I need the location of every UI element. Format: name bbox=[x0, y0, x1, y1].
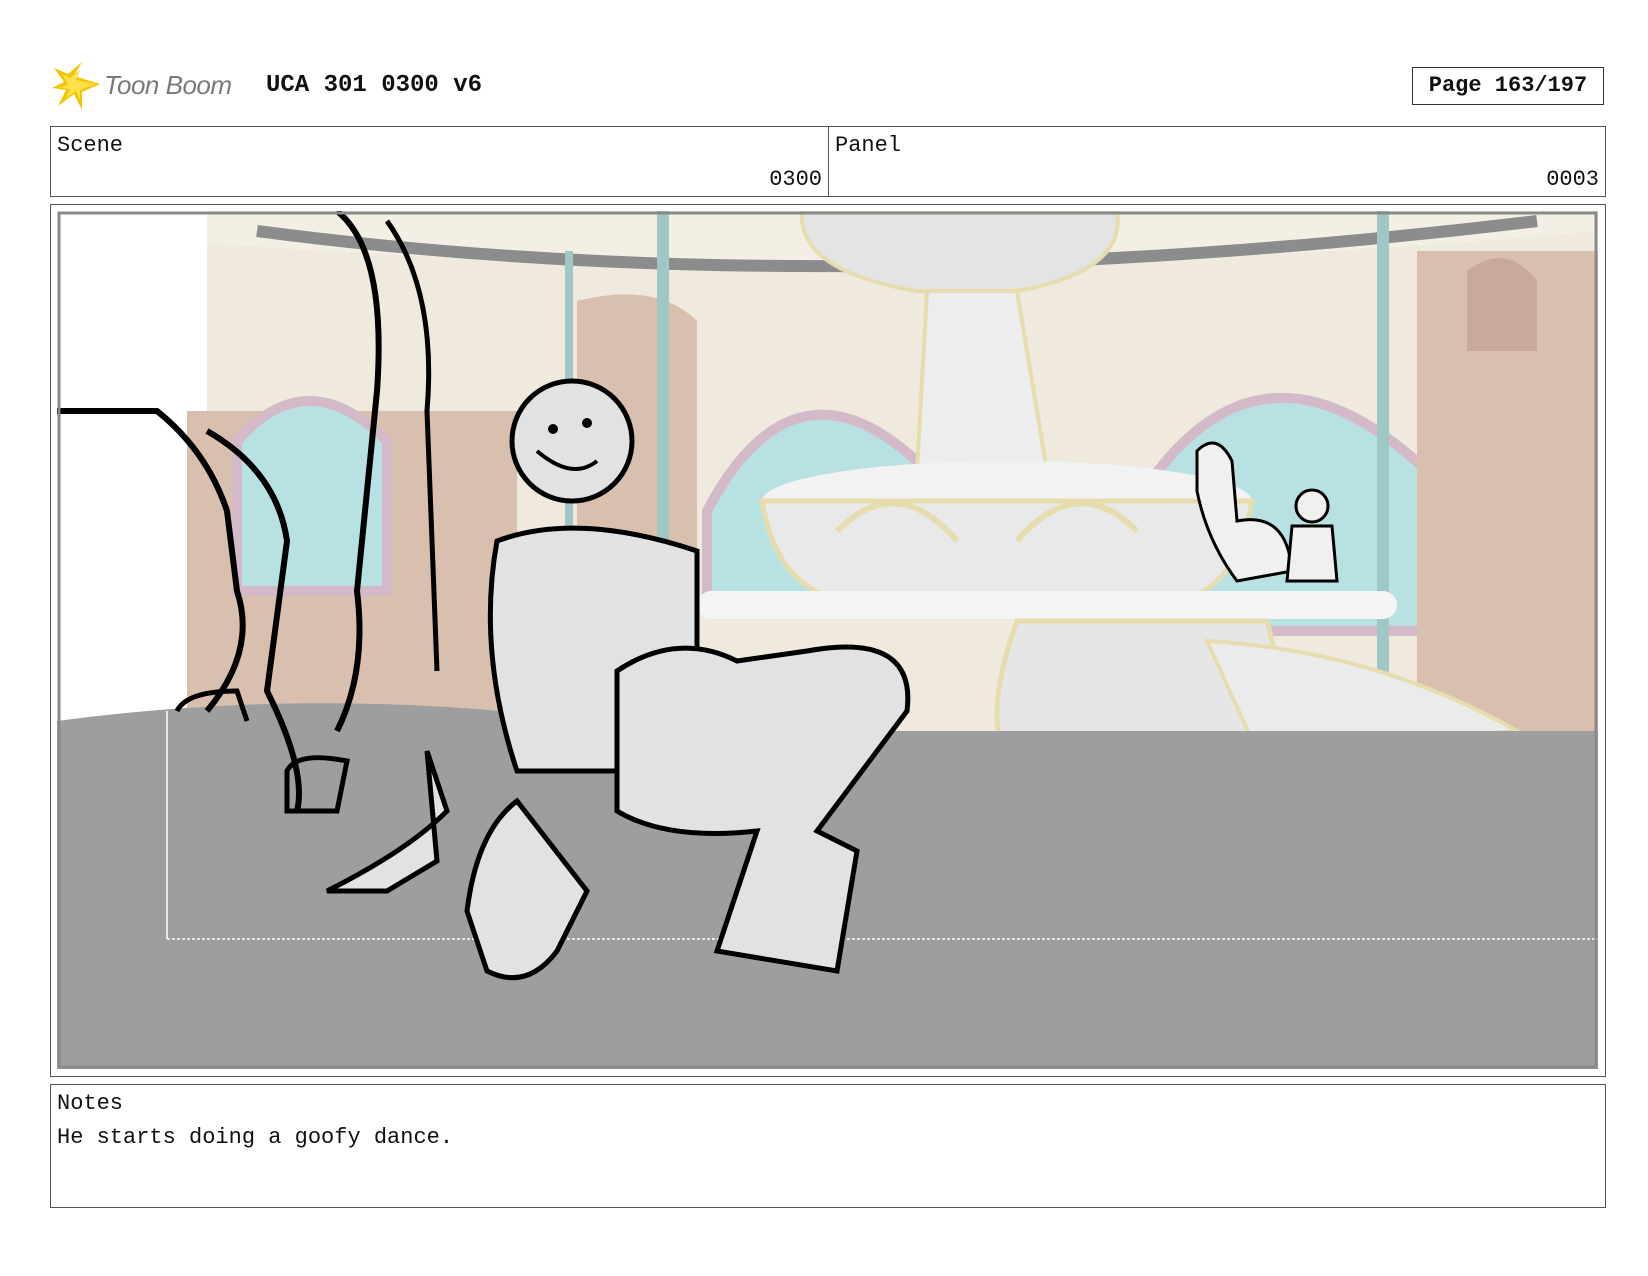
storyboard-panel-frame bbox=[50, 204, 1606, 1077]
notes-label: Notes bbox=[57, 1091, 124, 1116]
scene-panel-info: Scene 0300 Panel 0003 bbox=[50, 126, 1606, 197]
panel-cell: Panel 0003 bbox=[829, 127, 1605, 196]
page-number-badge: Page 163/197 bbox=[1412, 67, 1604, 105]
panel-value: 0003 bbox=[1546, 167, 1599, 192]
document-title: UCA 301 0300 v6 bbox=[266, 72, 483, 99]
page-header: Toon Boom UCA 301 0300 v6 bbox=[52, 58, 1612, 118]
storyboard-panel-image bbox=[57, 211, 1598, 1069]
starburst-icon bbox=[52, 62, 100, 110]
scene-label: Scene bbox=[57, 133, 124, 158]
scene-cell: Scene 0300 bbox=[51, 127, 829, 196]
logo-wordmark: Toon Boom bbox=[104, 70, 232, 100]
toon-boom-logo: Toon Boom bbox=[52, 58, 252, 114]
notes-box: Notes He starts doing a goofy dance. bbox=[50, 1084, 1606, 1208]
panel-illustration bbox=[57, 211, 1598, 1069]
notes-text: He starts doing a goofy dance. bbox=[57, 1125, 454, 1150]
panel-label: Panel bbox=[835, 133, 902, 158]
scene-value: 0300 bbox=[769, 167, 822, 192]
